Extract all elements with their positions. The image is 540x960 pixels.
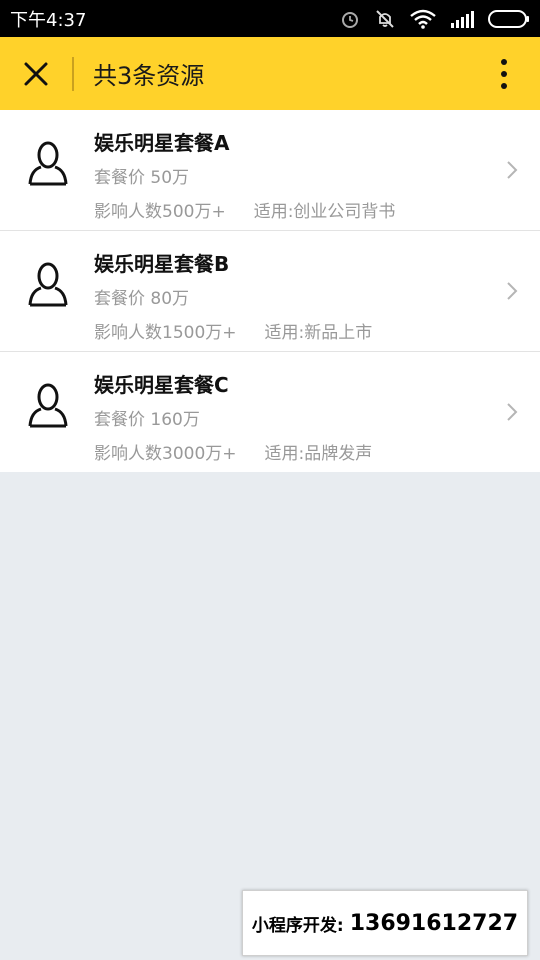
person-icon — [28, 262, 68, 307]
list-item[interactable]: 娱乐明星套餐B 套餐价 80万 影响人数1500万+ 适用:新品上市 — [0, 231, 540, 352]
item-name: 娱乐明星套餐A — [94, 131, 230, 155]
mute-icon — [376, 9, 394, 28]
item-fit: 适用:创业公司背书 — [253, 202, 396, 222]
contact-phone: 13691612727 — [349, 910, 519, 936]
battery-icon — [488, 9, 529, 28]
item-meta: 影响人数500万+ 适用:创业公司背书 — [94, 197, 395, 222]
item-fit: 适用:品牌发声 — [264, 444, 373, 464]
nav-divider — [72, 56, 74, 91]
item-name: 娱乐明星套餐C — [94, 373, 229, 397]
wifi-icon — [410, 9, 436, 29]
contact-badge[interactable]: 小程序开发: 13691612727 — [242, 890, 528, 956]
status-time: 下午4:37 — [10, 9, 87, 31]
item-name: 娱乐明星套餐B — [94, 252, 230, 276]
signal-icon — [451, 10, 474, 28]
status-icons — [340, 8, 530, 30]
person-icon — [28, 141, 68, 186]
item-reach: 影响人数1500万+ — [94, 323, 237, 343]
status-bar: 下午4:37 — [0, 0, 540, 37]
contact-label: 小程序开发: — [251, 915, 344, 936]
item-price: 套餐价 160万 — [94, 410, 200, 430]
nav-bar: 共3条资源 — [0, 37, 540, 110]
chevron-right-icon — [507, 161, 518, 179]
resource-list: 娱乐明星套餐A 套餐价 50万 影响人数500万+ 适用:创业公司背书 娱乐明星… — [0, 110, 540, 472]
item-price: 套餐价 50万 — [94, 168, 190, 188]
close-button[interactable] — [0, 37, 72, 110]
more-button[interactable] — [468, 37, 540, 110]
person-icon — [28, 383, 68, 428]
item-meta: 影响人数1500万+ 适用:新品上市 — [94, 318, 372, 343]
item-meta: 影响人数3000万+ 适用:品牌发声 — [94, 439, 372, 464]
close-icon — [24, 62, 48, 85]
item-reach: 影响人数500万+ — [94, 202, 226, 222]
page-title: 共3条资源 — [93, 62, 205, 90]
list-item[interactable]: 娱乐明星套餐A 套餐价 50万 影响人数500万+ 适用:创业公司背书 — [0, 110, 540, 231]
chevron-right-icon — [507, 282, 518, 300]
item-price: 套餐价 80万 — [94, 289, 190, 309]
list-item[interactable]: 娱乐明星套餐C 套餐价 160万 影响人数3000万+ 适用:品牌发声 — [0, 352, 540, 472]
item-fit: 适用:新品上市 — [264, 323, 373, 343]
chevron-right-icon — [507, 403, 518, 421]
alarm-icon — [342, 11, 358, 28]
more-vertical-icon — [501, 58, 507, 89]
item-reach: 影响人数3000万+ — [94, 444, 237, 464]
